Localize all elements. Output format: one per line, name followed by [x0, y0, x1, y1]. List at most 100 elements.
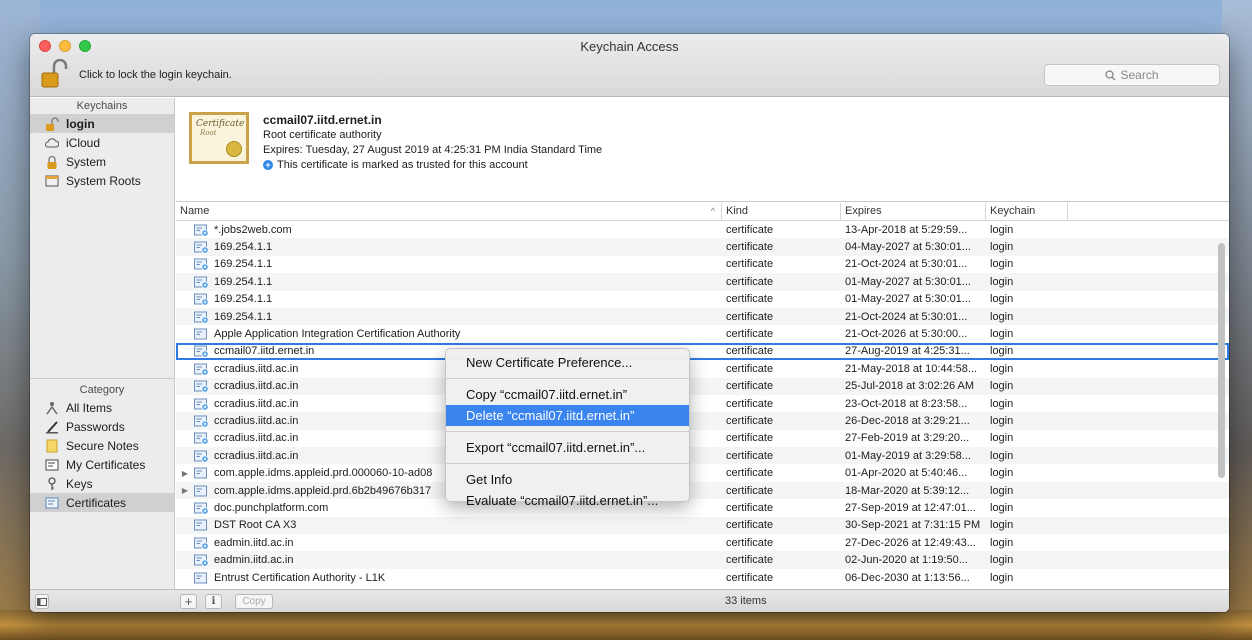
search-placeholder: Search [1120, 68, 1159, 82]
certificate-icon [194, 345, 208, 358]
table-row[interactable]: eadmin.iitd.ac.in certificate 02-Jun-2020 … [176, 551, 1229, 569]
toggle-sidebar-button[interactable] [35, 594, 49, 609]
column-header-name[interactable]: Name ^ [176, 203, 722, 221]
window-title: Keychain Access [580, 39, 679, 54]
certificate-image-subtitle: Root [200, 129, 217, 137]
cell-kind: certificate [726, 449, 774, 462]
menu-separator [446, 378, 689, 379]
sidebar-item-system-roots[interactable]: System Roots [30, 171, 174, 190]
disclosure-triangle-icon[interactable]: ▶ [176, 469, 194, 478]
trust-status: + This certificate is marked as trusted … [263, 159, 528, 171]
sidebar-item-certificates[interactable]: Certificates [30, 493, 174, 512]
cell-name: 169.254.1.1 [176, 311, 722, 323]
table-row[interactable]: ▶ com.apple.idms.appleid.prd.000060-10-ad… [176, 464, 1229, 481]
cell-name-text: 169.254.1.1 [214, 310, 273, 323]
column-header-keychain[interactable]: Keychain [986, 203, 1068, 221]
cell-expires: 26-Dec-2018 at 3:29:21... [845, 414, 970, 427]
cell-keychain: login [990, 345, 1014, 358]
lock-label: Click to lock the login keychain. [79, 69, 232, 81]
table-row[interactable]: DST Root CA X3 certificate 30-Sep-2021 at … [176, 516, 1229, 535]
certificate-name: ccmail07.iitd.ernet.in [263, 113, 382, 127]
context-menu-item[interactable]: Delete “ccmail07.iitd.ernet.in” [446, 405, 689, 426]
cell-name-text: eadmin.iitd.ac.in [214, 536, 294, 549]
certificate-icon [194, 432, 208, 445]
table-row[interactable]: ▶ com.apple.idms.appleid.prd.6b2b49676b31… [176, 481, 1229, 500]
table-row[interactable]: Apple Application Integration Certificat… [176, 325, 1229, 342]
column-header-kind[interactable]: Kind [722, 203, 841, 221]
table-row[interactable]: eadmin.iitd.ac.in certificate 27-Dec-2026 … [176, 534, 1229, 551]
table-row[interactable]: 169.254.1.1 certificate 21-Oct-2024 at 5:3… [176, 256, 1229, 273]
table-row[interactable]: ccmail07.iitd.ernet.in certificate 27-Aug-… [176, 342, 1229, 361]
table-row[interactable]: *.jobs2web.com certificate 13-Apr-2018 at … [176, 221, 1229, 238]
table-row[interactable]: ccradius.iitd.ac.in certificate 25-Jul-201… [176, 377, 1229, 395]
cell-name-text: com.apple.idms.appleid.prd.000060-10-ad0… [214, 467, 433, 480]
context-menu-item[interactable]: Export “ccmail07.iitd.ernet.in”... [446, 437, 689, 458]
key-icon [45, 476, 59, 491]
cell-keychain: login [990, 293, 1014, 306]
table-row[interactable]: ccradius.iitd.ac.in certificate 01-May-201… [176, 447, 1229, 465]
table-row[interactable]: ccradius.iitd.ac.in certificate 21-May-201… [176, 360, 1229, 377]
cell-kind: certificate [726, 310, 774, 323]
cell-name-text: ccradius.iitd.ac.in [214, 414, 299, 427]
cell-keychain: login [990, 571, 1014, 584]
cell-expires: 18-Mar-2020 at 5:39:12... [845, 484, 970, 497]
sidebar-item-icloud[interactable]: iCloud [30, 133, 174, 152]
sidebar-item-label: Keys [66, 476, 93, 491]
sidebar-item-my-certificates[interactable]: My Certificates [30, 455, 174, 474]
table-row[interactable]: doc.punchplatform.com certificate 27-Sep-2… [176, 499, 1229, 516]
table-row[interactable]: 169.254.1.1 certificate 01-May-2027 at 5:3… [176, 291, 1229, 308]
add-item-button[interactable]: + [180, 594, 197, 609]
keychain-window: Keychain Access Click to lock the login … [30, 34, 1229, 612]
unlocked-padlock-icon [45, 116, 59, 131]
table-row[interactable]: 169.254.1.1 certificate 04-May-2027 at 5:3… [176, 238, 1229, 256]
sidebar: Keychains login iCloud System System Roo… [30, 98, 175, 589]
column-header-expires[interactable]: Expires [841, 203, 986, 221]
cell-kind: certificate [726, 380, 774, 393]
info-button[interactable]: i [205, 594, 222, 609]
cell-keychain: login [990, 397, 1014, 410]
table-row[interactable]: ccradius.iitd.ac.in certificate 26-Dec-201… [176, 412, 1229, 430]
cell-keychain: login [990, 223, 1014, 236]
search-field[interactable]: Search [1044, 64, 1220, 86]
sidebar-item-all-items[interactable]: All Items [30, 398, 174, 417]
cell-name: Entrust Certification Authority - L1K [176, 572, 722, 584]
cell-name: *.jobs2web.com [176, 224, 722, 236]
cell-name-text: 169.254.1.1 [214, 258, 273, 271]
cell-name-text: ccradius.iitd.ac.in [214, 449, 299, 462]
sidebar-item-passwords[interactable]: Passwords [30, 417, 174, 436]
copy-button[interactable]: Copy [235, 594, 273, 609]
cell-name-text: *.jobs2web.com [214, 223, 292, 236]
table-row[interactable]: Entrust Certification Authority - L1K cer… [176, 569, 1229, 586]
context-menu-item[interactable]: New Certificate Preference... [446, 352, 689, 373]
cell-name-text: 169.254.1.1 [214, 241, 273, 254]
context-menu-item[interactable]: Evaluate “ccmail07.iitd.ernet.in”... [446, 490, 689, 511]
table-row[interactable]: 169.254.1.1 certificate 01-May-2027 at 5:3… [176, 273, 1229, 291]
table-row[interactable]: 169.254.1.1 certificate 21-Oct-2024 at 5:3… [176, 307, 1229, 326]
titlebar: Keychain Access Click to lock the login … [30, 34, 1229, 97]
sidebar-item-system[interactable]: System [30, 152, 174, 171]
sidebar-item-label: Passwords [66, 419, 125, 434]
sidebar-item-secure-notes[interactable]: Secure Notes [30, 436, 174, 455]
sidebar-item-label: System Roots [66, 173, 141, 188]
pencil-icon [45, 420, 59, 434]
certificate-icon [194, 450, 208, 462]
context-menu-item[interactable]: Copy “ccmail07.iitd.ernet.in” [446, 384, 689, 405]
lock-keychain-button[interactable] [40, 58, 68, 89]
cell-expires: 27-Sep-2019 at 12:47:01... [845, 501, 976, 514]
cell-expires: 21-Oct-2024 at 5:30:01... [845, 310, 968, 323]
cell-name-text: 169.254.1.1 [214, 275, 273, 288]
certificate-subtitle: Root certificate authority [263, 129, 382, 141]
disclosure-triangle-icon[interactable]: ▶ [176, 486, 194, 495]
table-row[interactable]: ccradius.iitd.ac.in certificate 23-Oct-201… [176, 395, 1229, 412]
sidebar-icon [37, 597, 47, 606]
sidebar-item-label: All Items [66, 400, 113, 415]
cell-kind: certificate [726, 293, 774, 306]
sidebar-item-login[interactable]: login [30, 114, 174, 133]
certificate-icon [194, 467, 207, 479]
context-menu-item[interactable]: Get Info [446, 469, 689, 490]
certificate-icon [194, 502, 208, 514]
certificate-icon [194, 328, 207, 340]
sidebar-item-keys[interactable]: Keys [30, 474, 174, 493]
vertical-scrollbar[interactable] [1218, 243, 1225, 478]
table-row[interactable]: ccradius.iitd.ac.in certificate 27-Feb-201… [176, 430, 1229, 447]
